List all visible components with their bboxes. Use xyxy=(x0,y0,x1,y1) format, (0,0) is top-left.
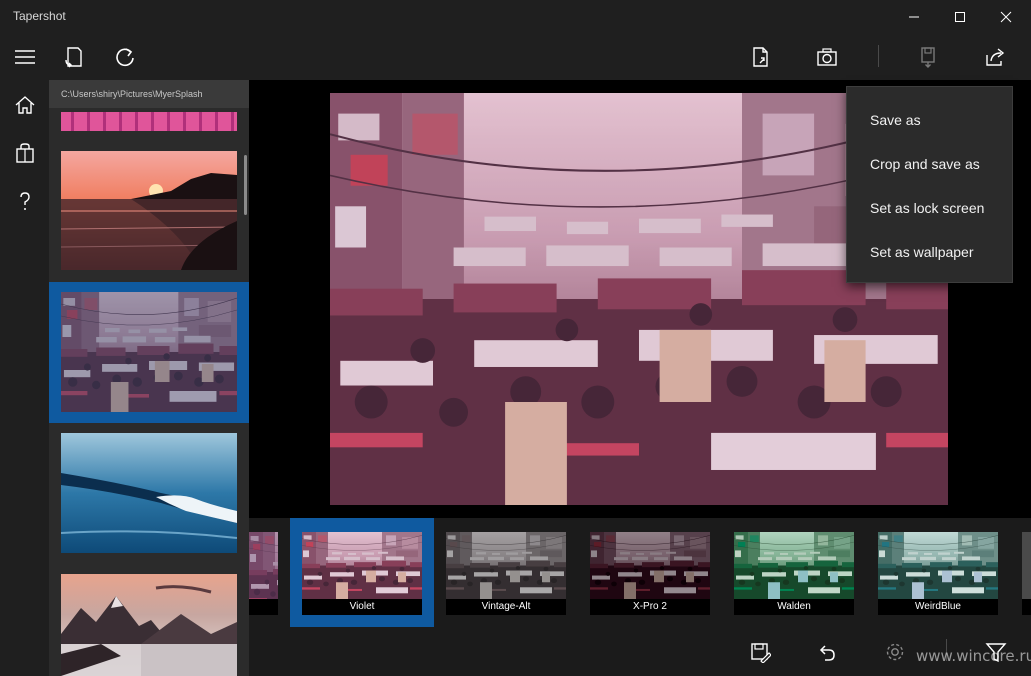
minimize-icon xyxy=(909,16,919,17)
filter-label: WeirdBlue xyxy=(878,599,998,615)
home-button[interactable] xyxy=(0,82,49,128)
filter-icon xyxy=(985,643,1007,663)
help-icon xyxy=(19,192,30,210)
file-thumbnail-partial[interactable] xyxy=(61,112,237,131)
close-button[interactable] xyxy=(983,0,1029,33)
filter-label: Vintage-Alt xyxy=(446,599,566,615)
menu-item-crop-and-save-as[interactable]: Crop and save as xyxy=(847,142,1012,186)
save-icon xyxy=(751,643,771,663)
title-bar: Tapershot xyxy=(0,0,1031,33)
filter-violet[interactable]: Violet xyxy=(301,531,423,615)
filter-preview xyxy=(301,531,423,600)
filter-weirdblue[interactable]: WeirdBlue xyxy=(877,531,999,615)
export-file-button[interactable] xyxy=(736,33,784,80)
filter-button[interactable] xyxy=(972,628,1020,676)
filter-label: Violet xyxy=(302,599,422,615)
filter-preview xyxy=(733,531,855,600)
file-thumbnail-street[interactable] xyxy=(61,292,237,412)
file-list-scrollbar[interactable] xyxy=(244,155,247,215)
file-thumbnail-sunset[interactable] xyxy=(61,151,237,270)
folder-path-bar: C:\Users\shiry\Pictures\MyerSplash xyxy=(49,80,249,108)
undo-button[interactable] xyxy=(803,628,851,676)
home-icon xyxy=(15,96,34,114)
save-button-disabled[interactable] xyxy=(904,33,952,80)
settings-button[interactable] xyxy=(871,628,919,676)
store-button[interactable] xyxy=(0,130,49,176)
save-edit-button[interactable] xyxy=(736,628,784,676)
filter-partial-left[interactable] xyxy=(249,532,278,615)
left-nav xyxy=(0,80,49,676)
file-thumbnail-wave[interactable] xyxy=(61,433,237,553)
store-icon xyxy=(15,143,34,163)
rotate-file-button[interactable] xyxy=(50,33,98,80)
menu-item-set-as-wallpaper[interactable]: Set as wallpaper xyxy=(847,230,1012,274)
save-disabled-icon xyxy=(921,46,935,68)
filter-strip: Violet Vintage-Alt X-Pro 2 Walden WeirdB… xyxy=(249,518,1031,628)
export-file-icon xyxy=(753,46,768,67)
filter-label: X-Pro 2 xyxy=(590,599,710,615)
menu-item-save-as[interactable]: Save as xyxy=(847,98,1012,142)
top-toolbar xyxy=(0,33,1031,80)
filter-preview xyxy=(589,531,711,600)
filter-partial-right[interactable] xyxy=(1022,532,1031,615)
bottom-toolbar: www.wincore.ru xyxy=(249,628,1031,676)
share-button[interactable] xyxy=(971,33,1019,80)
refresh-icon xyxy=(116,47,134,66)
file-thumbnail-mountains[interactable] xyxy=(61,574,237,676)
filter-preview xyxy=(877,531,999,600)
app-title: Tapershot xyxy=(13,9,66,23)
menu-button[interactable] xyxy=(0,33,49,80)
rotate-file-icon xyxy=(65,46,82,67)
camera-button[interactable] xyxy=(803,33,851,80)
share-icon xyxy=(986,47,1005,66)
minimize-button[interactable] xyxy=(891,0,937,33)
close-icon xyxy=(1000,11,1012,22)
undo-icon xyxy=(819,645,835,661)
folder-path: C:\Users\shiry\Pictures\MyerSplash xyxy=(61,89,203,99)
save-flyout-menu: Save as Crop and save as Set as lock scr… xyxy=(846,86,1013,283)
filter-x-pro-2[interactable]: X-Pro 2 xyxy=(589,531,711,615)
maximize-button[interactable] xyxy=(937,0,983,33)
filter-preview xyxy=(445,531,567,600)
filter-walden[interactable]: Walden xyxy=(733,531,855,615)
filter-label: Walden xyxy=(734,599,854,615)
menu-icon xyxy=(14,49,35,64)
help-button[interactable] xyxy=(0,178,49,224)
filter-vintage-alt[interactable]: Vintage-Alt xyxy=(445,531,567,615)
menu-item-set-as-lock-screen[interactable]: Set as lock screen xyxy=(847,186,1012,230)
file-list-pane: C:\Users\shiry\Pictures\MyerSplash xyxy=(49,80,249,676)
camera-icon xyxy=(817,47,837,66)
refresh-button[interactable] xyxy=(101,33,149,80)
settings-icon xyxy=(886,643,904,661)
toolbar-separator xyxy=(878,45,879,67)
maximize-icon xyxy=(955,11,965,22)
